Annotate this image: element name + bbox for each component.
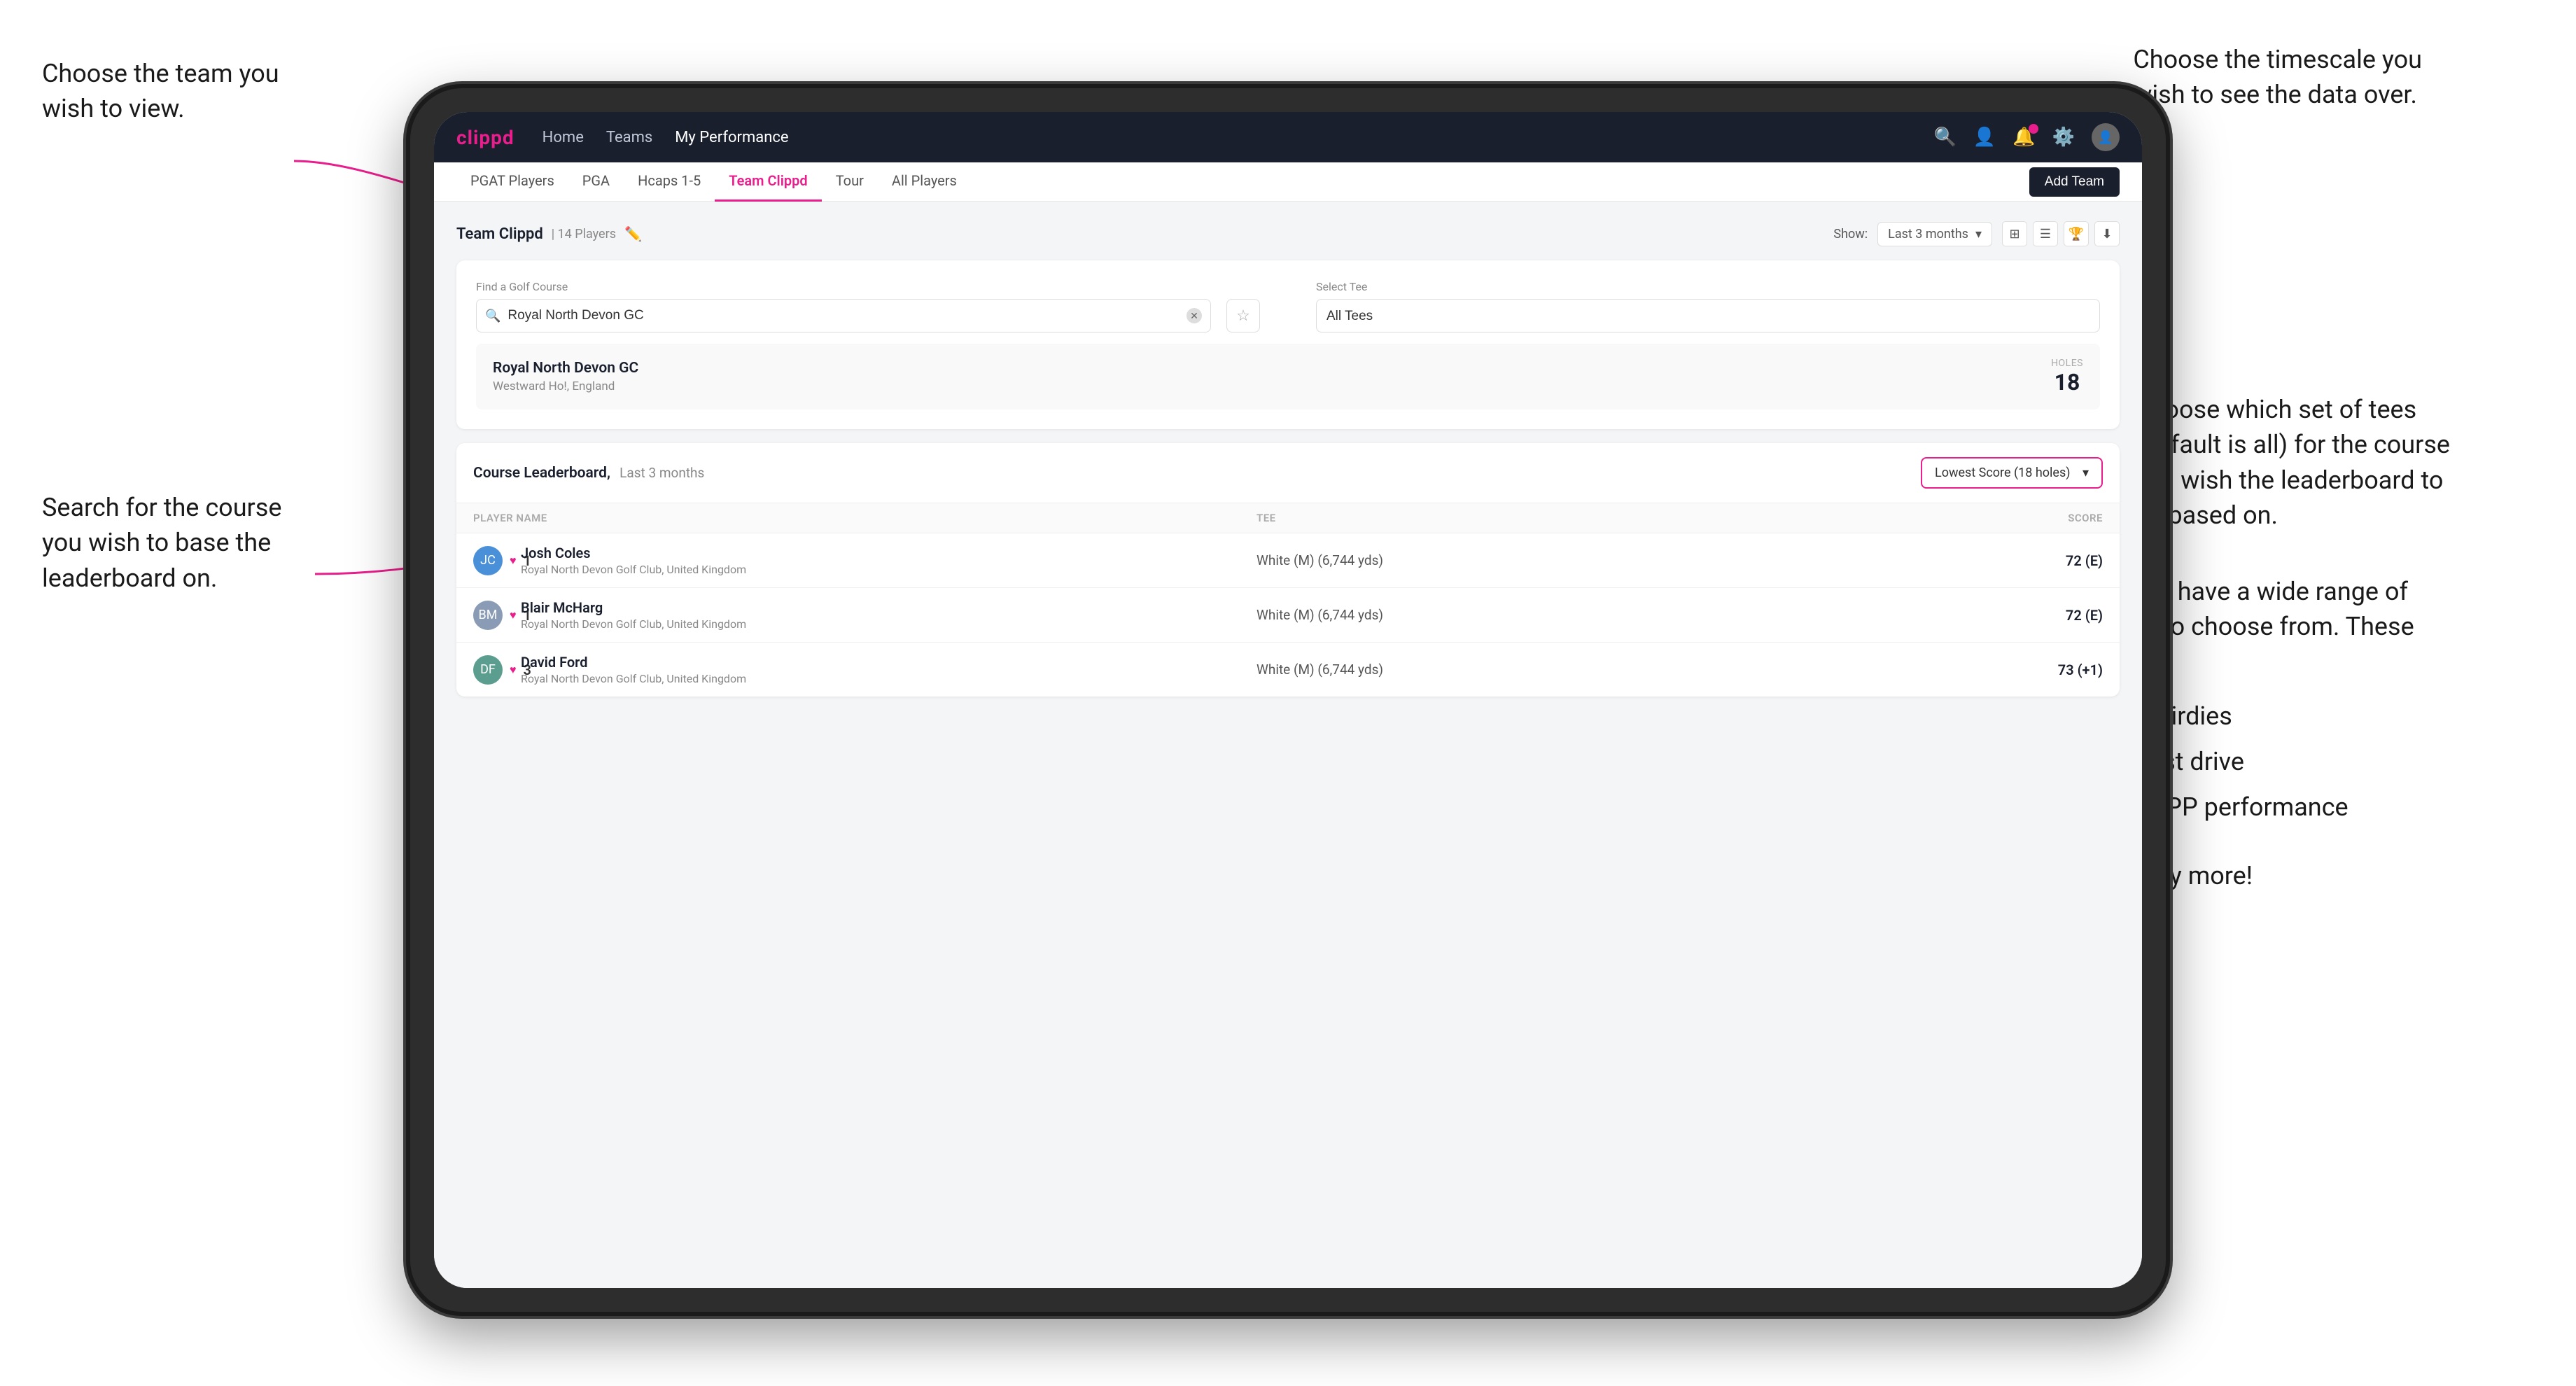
annotation-top-right: Choose the timescale you wish to see the… [2133,42,2422,113]
subnav-tour[interactable]: Tour [822,162,878,202]
player-info-1: Josh Coles Royal North Devon Golf Club, … [515,545,1256,576]
navbar: clippd Home Teams My Performance 🔍 👤 🔔 ⚙… [434,112,2142,162]
select-tee-column: Select Tee All Tees White Yellow Red [1316,280,2100,332]
tee-info-2: White (M) (6,744 yds) [1256,607,1998,623]
player-rank-col-2: BM ♥ 1 [473,601,515,630]
notif-badge [2029,124,2038,134]
ipad-screen: clippd Home Teams My Performance 🔍 👤 🔔 ⚙… [434,112,2142,1288]
col-player-name: PLAYER NAME [473,512,1256,524]
navbar-icons: 🔍 👤 🔔 ⚙️ 👤 [1934,123,2120,151]
tee-select-wrap: All Tees White Yellow Red [1316,299,2100,332]
subnav-all-players[interactable]: All Players [878,162,971,202]
player-avatar-2: BM [473,601,503,630]
course-location: Westward Ho!, England [493,379,638,393]
table-row: BM ♥ 1 Blair McHarg Royal North Devon Go… [456,588,2120,643]
player-info-3: David Ford Royal North Devon Golf Club, … [515,654,1256,685]
course-search-input[interactable] [507,308,1186,323]
subnav-pga[interactable]: PGA [568,162,624,202]
table-row: JC ♥ 1 Josh Coles Royal North Devon Golf… [456,533,2120,588]
list-view-button[interactable]: ☰ [2033,221,2058,246]
search-icon-inner: 🔍 [485,309,500,323]
search-row: Find a Golf Course 🔍 ✕ ☆ Select Tee [476,280,2100,332]
find-course-column: Find a Golf Course 🔍 ✕ ☆ [476,280,1260,332]
annotation-top-left: Choose the team you wish to view. [42,56,279,127]
player-club-3: Royal North Devon Golf Club, United King… [521,672,1256,685]
table-row: DF ♥ 3 David Ford Royal North Devon Golf… [456,643,2120,696]
course-name: Royal North Devon GC [493,360,638,377]
subnav-team-clippd[interactable]: Team Clippd [715,162,821,202]
nav-home[interactable]: Home [542,129,584,146]
grid-view-button[interactable]: ⊞ [2002,221,2027,246]
player-avatar-1: JC [473,546,503,575]
subnav-left: PGAT Players PGA Hcaps 1-5 Team Clippd T… [456,162,971,202]
holes-number: 18 [2051,369,2083,396]
lb-table-header: PLAYER NAME TEE SCORE [456,503,2120,533]
player-rank-col-3: DF ♥ 3 [473,655,515,685]
annotation-left-middle: Search for the course you wish to base t… [42,490,281,596]
show-dropdown[interactable]: Last 3 months ▾ [1877,222,1992,246]
clear-search-button[interactable]: ✕ [1186,308,1202,323]
download-button[interactable]: ⬇ [2094,221,2120,246]
lb-title: Course Leaderboard, Last 3 months [473,465,704,482]
brand-logo: clippd [456,126,514,149]
subnav: PGAT Players PGA Hcaps 1-5 Team Clippd T… [434,162,2142,202]
col-score: SCORE [1998,512,2103,524]
tee-info-1: White (M) (6,744 yds) [1256,552,1998,568]
player-club-2: Royal North Devon Golf Club, United King… [521,617,1256,631]
subnav-hcaps[interactable]: Hcaps 1-5 [624,162,715,202]
settings-icon[interactable]: ⚙️ [2052,127,2075,148]
tee-select[interactable]: All Tees White Yellow Red [1316,299,2100,332]
player-name-1: Josh Coles [521,545,1256,561]
add-team-button[interactable]: Add Team [2029,167,2120,197]
team-header-row: Team Clippd | 14 Players ✏️ Show: Last 3… [456,221,2120,246]
nav-my-performance[interactable]: My Performance [675,129,788,146]
nav-teams[interactable]: Teams [606,129,652,146]
holes-box: Holes 18 [2051,358,2083,396]
tee-info-3: White (M) (6,744 yds) [1256,662,1998,678]
spacer [1274,280,1302,332]
chevron-down-icon: ▾ [2082,465,2089,480]
col-tee: TEE [1256,512,1998,524]
lb-header: Course Leaderboard, Last 3 months Lowest… [456,443,2120,503]
player-name-2: Blair McHarg [521,599,1256,616]
star-button[interactable]: ☆ [1226,299,1260,332]
team-subtitle: | 14 Players [552,227,616,241]
team-title: Team Clippd | 14 Players ✏️ [456,225,642,243]
chevron-down-icon: ▾ [1975,227,1982,241]
player-club-1: Royal North Devon Golf Club, United King… [521,563,1256,576]
main-content: Team Clippd | 14 Players ✏️ Show: Last 3… [434,202,2142,1288]
navbar-links: Home Teams My Performance [542,129,1906,146]
subnav-pgat-players[interactable]: PGAT Players [456,162,568,202]
player-info-2: Blair McHarg Royal North Devon Golf Club… [515,599,1256,631]
users-icon[interactable]: 👤 [1973,127,1996,148]
notification-icon[interactable]: 🔔 [2012,127,2035,148]
search-icon[interactable]: 🔍 [1934,127,1956,148]
player-avatar-3: DF [473,655,503,685]
search-card: Find a Golf Course 🔍 ✕ ☆ Select Tee [456,260,2120,429]
ipad-frame: clippd Home Teams My Performance 🔍 👤 🔔 ⚙… [406,84,2170,1316]
view-icons: ⊞ ☰ 🏆 ⬇ [2002,221,2120,246]
score-1: 72 (E) [1998,552,2103,569]
annotation-right-middle: Choose which set of tees (default is all… [2134,392,2450,533]
lb-sort-dropdown[interactable]: Lowest Score (18 holes) ▾ [1921,457,2103,489]
find-course-label: Find a Golf Course [476,280,1260,293]
search-input-wrap: 🔍 ✕ [476,299,1211,332]
score-3: 73 (+1) [1998,662,2103,678]
course-result: Royal North Devon GC Westward Ho!, Engla… [476,344,2100,410]
user-avatar[interactable]: 👤 [2092,123,2120,151]
edit-icon[interactable]: ✏️ [624,225,642,242]
leaderboard-section: Course Leaderboard, Last 3 months Lowest… [456,443,2120,696]
select-tee-label: Select Tee [1316,280,2100,293]
holes-label: Holes [2051,358,2083,369]
course-result-info: Royal North Devon GC Westward Ho!, Engla… [493,360,638,393]
show-row: Show: Last 3 months ▾ ⊞ ☰ 🏆 ⬇ [1833,221,2120,246]
player-rank-col-1: JC ♥ 1 [473,546,515,575]
player-name-3: David Ford [521,654,1256,671]
trophy-view-button[interactable]: 🏆 [2064,221,2089,246]
score-2: 72 (E) [1998,607,2103,624]
